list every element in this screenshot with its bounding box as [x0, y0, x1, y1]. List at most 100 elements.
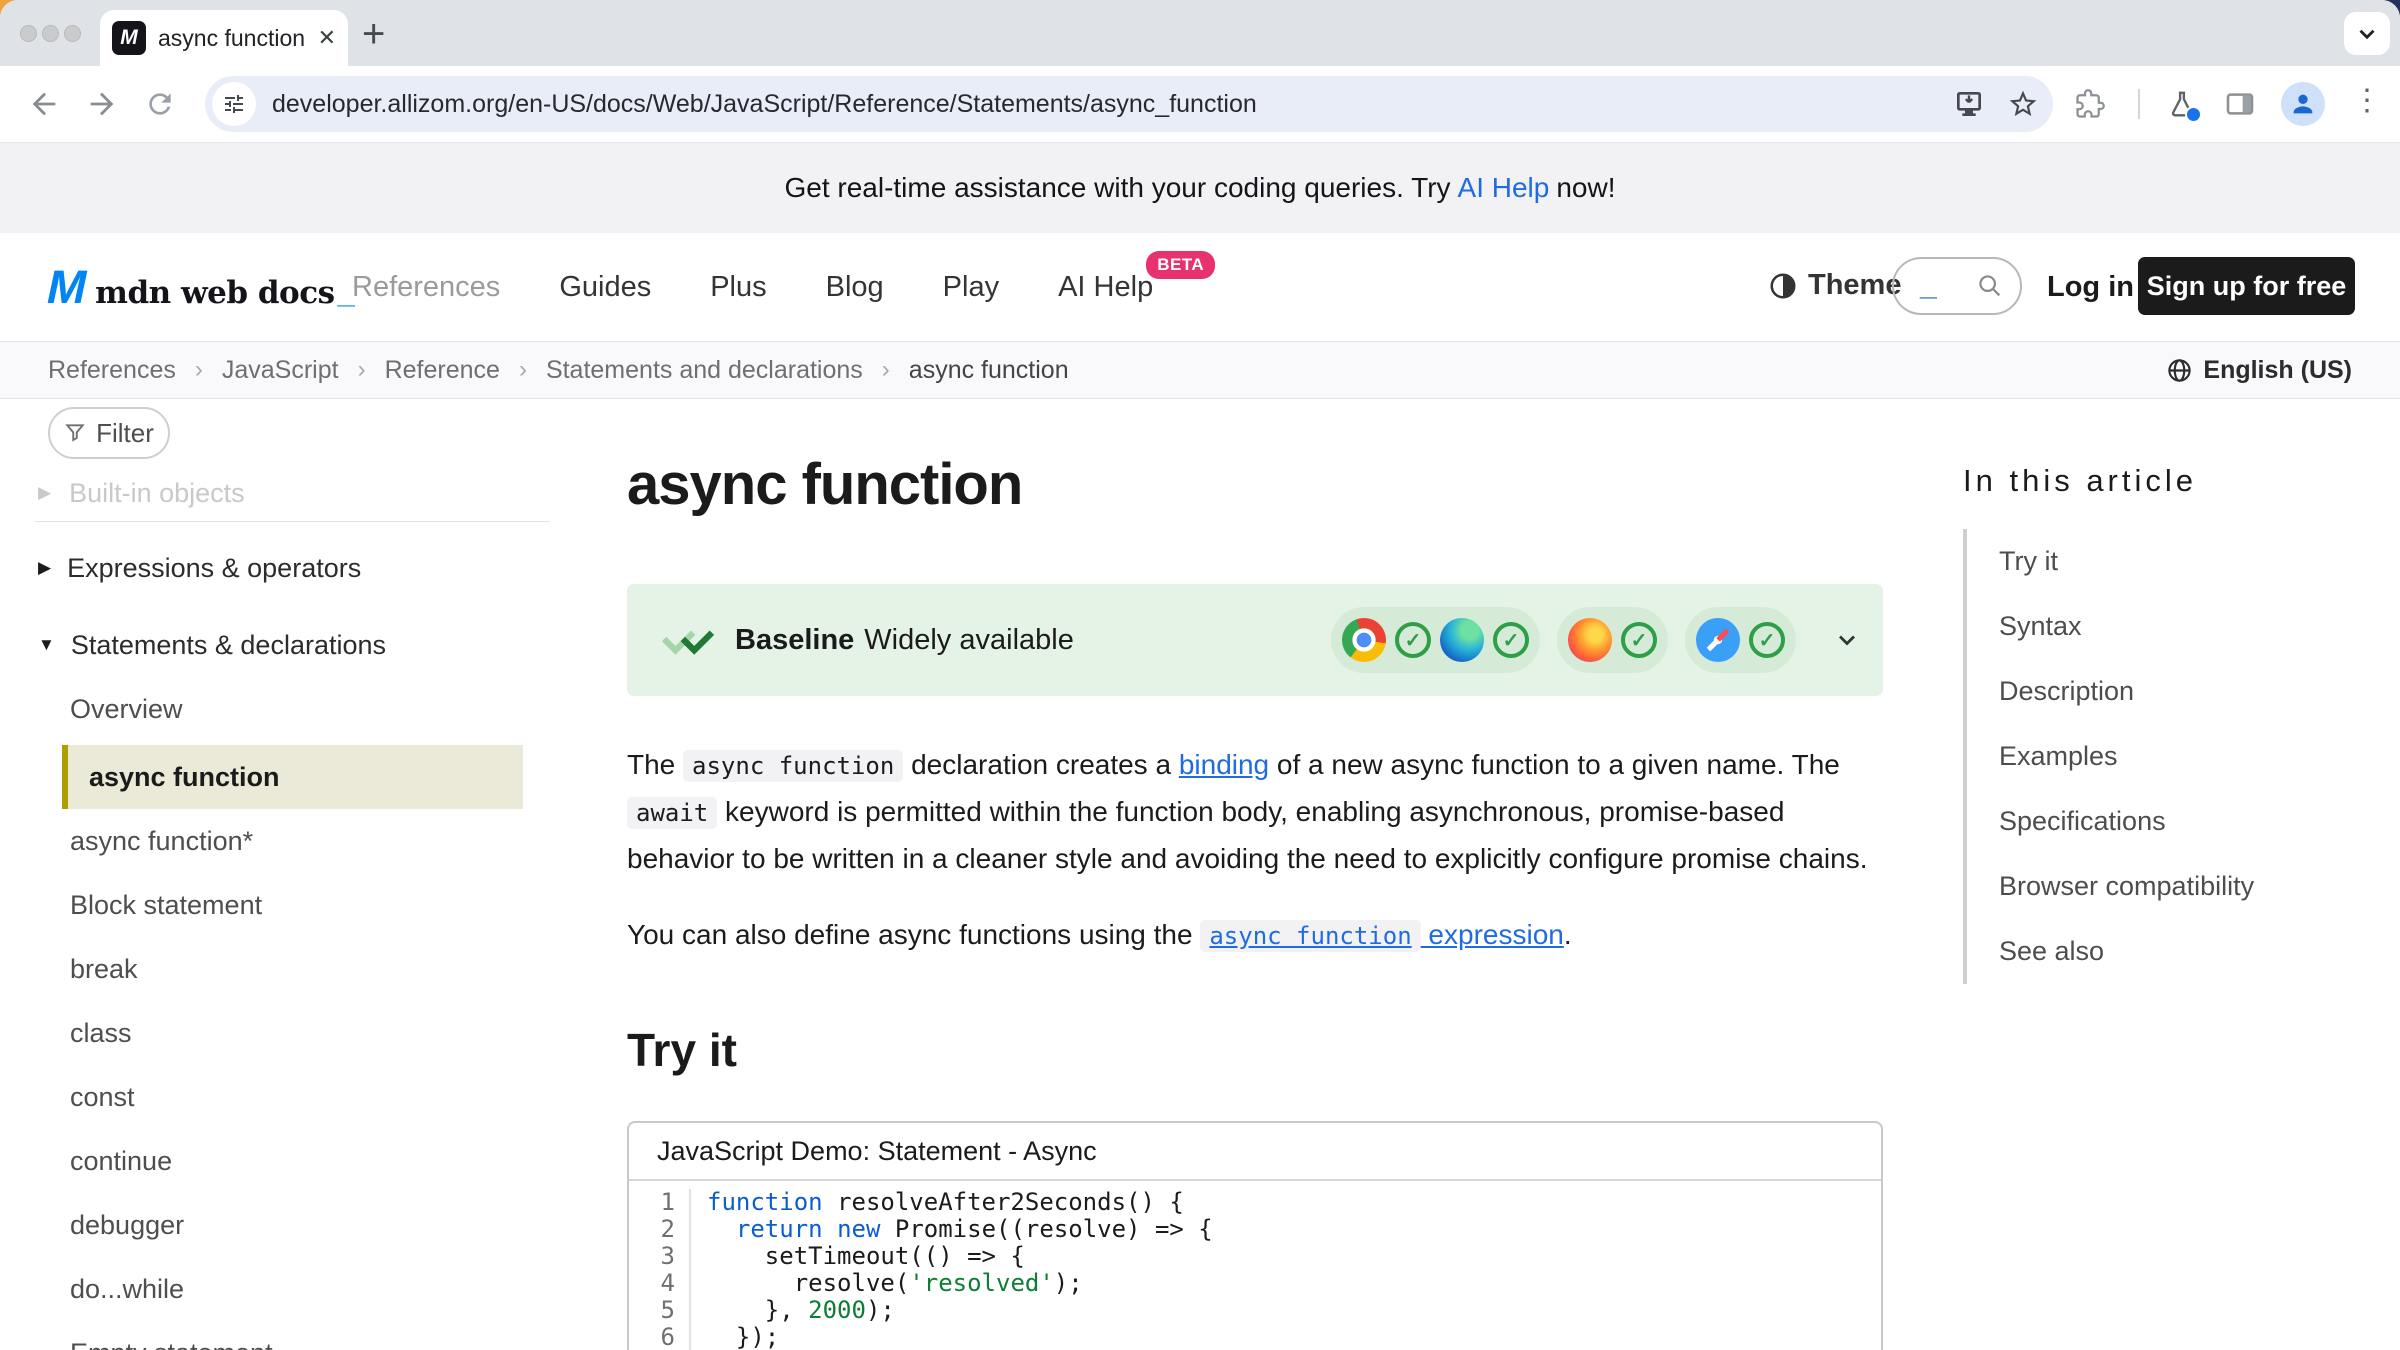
breadcrumb-item-statements[interactable]: Statements and declarations: [546, 356, 863, 385]
triangle-down-icon: ▼: [38, 635, 55, 655]
tab-search-button[interactable]: [2344, 12, 2390, 55]
sidebar-item-built-in-objects[interactable]: ▶ Built-in objects: [35, 475, 550, 511]
signup-button[interactable]: Sign up for free: [2138, 257, 2355, 315]
sidebar-item-label: Built-in objects: [69, 478, 245, 509]
sidebar-item-debugger[interactable]: debugger: [35, 1193, 550, 1257]
reload-button[interactable]: [142, 86, 178, 122]
sidebar-item-class[interactable]: class: [35, 1001, 550, 1065]
extensions-button[interactable]: [2072, 86, 2108, 122]
demo-title: JavaScript Demo: Statement - Async: [629, 1123, 1881, 1181]
forward-arrow-icon: [85, 87, 119, 121]
experiments-button[interactable]: [2164, 86, 2200, 122]
plain: Promise((resolve) => {: [880, 1215, 1212, 1243]
ai-help-link[interactable]: AI Help: [1458, 172, 1550, 204]
browser-window: M async function - JavaScript | ✕ + deve…: [0, 0, 2400, 1350]
sidebar-item-continue[interactable]: continue: [35, 1129, 550, 1193]
bookmark-button[interactable]: [2007, 88, 2039, 120]
second-paragraph: You can also define async functions usin…: [627, 912, 1883, 959]
plain: },: [707, 1296, 808, 1324]
browser-menu-button[interactable]: ⋮: [2352, 83, 2382, 118]
table-of-contents: In this article Try it Syntax Descriptio…: [1963, 399, 2383, 984]
language-switcher[interactable]: English (US): [2166, 356, 2352, 385]
new-tab-button[interactable]: +: [362, 14, 385, 54]
toc-item-try-it[interactable]: Try it: [1999, 529, 2383, 594]
sidebar-item-const[interactable]: const: [35, 1065, 550, 1129]
close-window-button[interactable]: [20, 25, 37, 42]
sidebar-item-async-function-star[interactable]: async function*: [35, 809, 550, 873]
toc-item-syntax[interactable]: Syntax: [1999, 594, 2383, 659]
promo-banner: Get real-time assistance with your codin…: [0, 143, 2400, 233]
browser-tab[interactable]: M async function - JavaScript | ✕: [100, 10, 348, 66]
forward-button[interactable]: [84, 86, 120, 122]
breadcrumb-item-references[interactable]: References: [48, 356, 176, 385]
code-line: 3 setTimeout(() => {: [629, 1243, 1881, 1270]
code-text: }, 2000);: [691, 1297, 895, 1324]
code-text: });: [691, 1324, 779, 1350]
page-title: async function: [627, 451, 1883, 518]
sidebar-item-break[interactable]: break: [35, 937, 550, 1001]
sidebar-group-statements[interactable]: ▼ Statements & declarations: [35, 625, 550, 665]
code-chip: await: [627, 797, 717, 829]
code-line: 5 }, 2000);: [629, 1297, 1881, 1324]
back-button[interactable]: [26, 86, 62, 122]
filter-button[interactable]: Filter: [48, 407, 170, 459]
theme-switcher[interactable]: Theme: [1768, 269, 1901, 302]
minimize-window-button[interactable]: [42, 25, 59, 42]
nav-ai-help[interactable]: AI Help BETA: [1058, 271, 1153, 304]
async-function-expression-link[interactable]: async function expression: [1200, 919, 1563, 950]
theme-label: Theme: [1808, 269, 1901, 302]
install-app-button[interactable]: [1953, 88, 1985, 120]
tab-close-icon[interactable]: ✕: [318, 25, 336, 51]
breadcrumb-item-reference[interactable]: Reference: [385, 356, 500, 385]
zoom-window-button[interactable]: [64, 25, 81, 42]
profile-button[interactable]: [2281, 82, 2325, 126]
firefox-icon: [1568, 618, 1612, 662]
code-line: 1 function resolveAfter2Seconds() {: [629, 1189, 1881, 1216]
site-settings-button[interactable]: [212, 82, 256, 126]
sidebar-group-label: Statements & declarations: [71, 630, 386, 661]
browser-toolbar: developer.allizom.org/en-US/docs/Web/Jav…: [0, 66, 2400, 143]
side-panel-button[interactable]: [2222, 86, 2258, 122]
code-line: 2 return new Promise((resolve) => {: [629, 1216, 1881, 1243]
toc-item-description[interactable]: Description: [1999, 659, 2383, 724]
nav-blog[interactable]: Blog: [826, 271, 884, 304]
text: declaration creates a: [903, 749, 1179, 780]
plain: setTimeout(() => {: [707, 1242, 1025, 1270]
sidebar-item-async-function-active[interactable]: async function: [62, 745, 523, 809]
url-text[interactable]: developer.allizom.org/en-US/docs/Web/Jav…: [272, 90, 1931, 119]
sidebar-item-overview[interactable]: Overview: [35, 689, 550, 729]
sidebar-group-expressions[interactable]: ▶ Expressions & operators: [35, 548, 550, 588]
nav-play[interactable]: Play: [943, 271, 999, 304]
side-panel-icon: [2224, 88, 2256, 120]
code-editor[interactable]: 1 function resolveAfter2Seconds() { 2 re…: [629, 1181, 1881, 1350]
search-input[interactable]: _: [1892, 257, 2022, 315]
code-text: return new Promise((resolve) => {: [691, 1216, 1213, 1243]
code-line: 6 });: [629, 1324, 1881, 1350]
toc-item-specifications[interactable]: Specifications: [1999, 789, 2383, 854]
nav-plus[interactable]: Plus: [710, 271, 766, 304]
sidebar-item-empty-statement[interactable]: Empty statement: [35, 1321, 550, 1350]
login-link[interactable]: Log in: [2047, 271, 2134, 304]
toc-item-examples[interactable]: Examples: [1999, 724, 2383, 789]
toc-item-see-also[interactable]: See also: [1999, 919, 2383, 984]
interactive-demo: JavaScript Demo: Statement - Async 1 fun…: [627, 1121, 1883, 1350]
filter-icon: [64, 422, 86, 444]
support-pill-chrome-edge: ✓ ✓: [1331, 607, 1540, 673]
plain: resolve(: [707, 1269, 909, 1297]
nav-references[interactable]: References: [352, 271, 500, 304]
toc-list: Try it Syntax Description Examples Speci…: [1963, 529, 2383, 984]
line-number: 4: [629, 1270, 691, 1297]
baseline-expand-button[interactable]: [1833, 626, 1861, 654]
url-bar[interactable]: developer.allizom.org/en-US/docs/Web/Jav…: [205, 76, 2053, 132]
edge-icon: [1440, 618, 1484, 662]
nav-guides[interactable]: Guides: [559, 271, 651, 304]
toc-item-browser-compatibility[interactable]: Browser compatibility: [1999, 854, 2383, 919]
breadcrumb-item-javascript[interactable]: JavaScript: [222, 356, 339, 385]
sidebar-item-do-while[interactable]: do...while: [35, 1257, 550, 1321]
binding-link[interactable]: binding: [1179, 749, 1269, 780]
reload-icon: [144, 88, 176, 120]
text: The: [627, 749, 683, 780]
mdn-logo[interactable]: M mdn web docs _: [48, 259, 355, 314]
sidebar-item-block-statement[interactable]: Block statement: [35, 873, 550, 937]
page: Get real-time assistance with your codin…: [0, 143, 2400, 1350]
